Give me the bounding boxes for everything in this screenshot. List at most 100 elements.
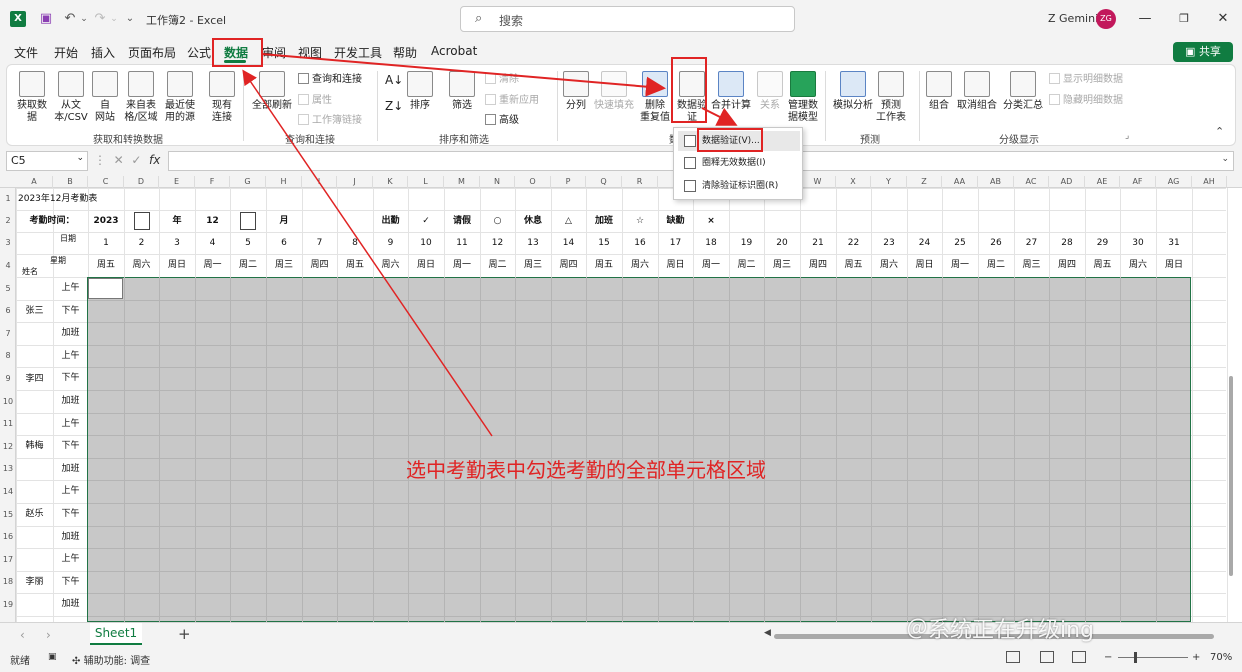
flash-fill-button[interactable]: 快速填充	[593, 71, 635, 112]
name-box[interactable]: C5 ⌄	[6, 151, 88, 171]
advanced-button[interactable]: 高级	[485, 111, 519, 126]
column-header[interactable]: G	[230, 176, 266, 188]
row-header[interactable]: 12	[0, 435, 16, 458]
filter-button[interactable]: 筛选	[447, 71, 477, 112]
recent-sources-button[interactable]: 最近使 用的源	[161, 71, 199, 124]
tab-help[interactable]: 帮助	[393, 44, 417, 61]
enter-icon[interactable]: ✓	[131, 153, 141, 167]
refresh-all-button[interactable]: 全部刷新	[249, 71, 295, 112]
undo-dropdown-icon[interactable]: ⌄	[76, 11, 92, 27]
column-header[interactable]: O	[515, 176, 551, 188]
from-web-button[interactable]: 自 网站	[91, 71, 119, 124]
tab-page-layout[interactable]: 页面布局	[128, 44, 176, 61]
tab-acrobat[interactable]: Acrobat	[431, 44, 477, 58]
column-header[interactable]: AF	[1120, 176, 1156, 188]
remove-duplicates-button[interactable]: 删除 重复值	[637, 71, 673, 124]
column-header[interactable]: AC	[1014, 176, 1049, 188]
row-header[interactable]: 3	[0, 232, 16, 254]
column-header[interactable]: L	[408, 176, 444, 188]
reapply-button[interactable]: 重新应用	[485, 91, 539, 106]
close-icon[interactable]: ✕	[1215, 10, 1231, 28]
row-header[interactable]: 10	[0, 390, 16, 413]
page-layout-view-icon[interactable]	[1040, 651, 1054, 663]
show-detail-button[interactable]: 显示明细数据	[1049, 70, 1123, 85]
minimize-icon[interactable]: —	[1137, 10, 1153, 28]
row-header[interactable]: 2	[0, 210, 16, 232]
column-header[interactable]: W	[800, 176, 836, 188]
column-header[interactable]: AD	[1049, 176, 1085, 188]
expand-formula-icon[interactable]: ⌄	[1221, 154, 1229, 164]
relationships-button[interactable]: 关系	[755, 71, 785, 112]
avatar[interactable]: ZG	[1096, 9, 1116, 29]
menu-item-circle-invalid[interactable]: 圈释无效数据(I)	[678, 153, 800, 173]
clear-button[interactable]: 清除	[485, 70, 519, 85]
column-header[interactable]: Z	[907, 176, 942, 188]
restore-icon[interactable]: ❐	[1176, 10, 1192, 28]
cancel-icon[interactable]: ✕	[114, 153, 124, 167]
column-header[interactable]: AA	[942, 176, 978, 188]
zoom-slider-knob[interactable]	[1134, 652, 1137, 663]
workbook-links-button[interactable]: 工作簿链接	[298, 111, 362, 126]
from-text-csv-button[interactable]: 从文 本/CSV	[51, 71, 91, 124]
column-header[interactable]: M	[444, 176, 480, 188]
user-name[interactable]: Z Gemini	[1048, 12, 1098, 25]
row-header[interactable]: 8	[0, 345, 16, 367]
sort-descending-icon[interactable]: Z↓	[385, 99, 403, 113]
tab-review[interactable]: 审阅	[262, 44, 286, 61]
search-box[interactable]: ⌕ 搜索	[460, 6, 795, 32]
column-header[interactable]: X	[836, 176, 871, 188]
insert-function-icon[interactable]: fx	[149, 153, 160, 167]
column-header[interactable]: C	[88, 176, 124, 188]
row-header[interactable]: 16	[0, 526, 16, 548]
zoom-out-icon[interactable]: −	[1104, 652, 1112, 663]
column-header[interactable]: N	[480, 176, 515, 188]
column-header[interactable]: I	[302, 176, 337, 188]
from-table-button[interactable]: 来自表 格/区域	[121, 71, 161, 124]
save-icon[interactable]: ▣	[38, 11, 54, 27]
column-header[interactable]: R	[622, 176, 658, 188]
zoom-level[interactable]: 70%	[1210, 652, 1232, 663]
existing-connections-button[interactable]: 现有 连接	[207, 71, 237, 124]
row-header[interactable]: 1	[0, 188, 16, 210]
page-break-view-icon[interactable]	[1072, 651, 1086, 663]
sort-ascending-icon[interactable]: A↓	[385, 73, 403, 87]
share-button[interactable]: ▣ 共享	[1173, 42, 1233, 62]
prev-sheet-icon[interactable]: ‹	[20, 628, 25, 642]
column-header[interactable]: K	[373, 176, 408, 188]
year-spinner-icon[interactable]	[134, 212, 150, 230]
column-header[interactable]: AG	[1156, 176, 1192, 188]
worksheet-grid[interactable]: ABCDEFGHIJKLMNOPQRSTUVWXYZAAABACADAEAFAG…	[0, 176, 1242, 622]
zoom-in-icon[interactable]: +	[1192, 652, 1200, 663]
column-header[interactable]: B	[53, 176, 88, 188]
column-header[interactable]: P	[551, 176, 586, 188]
row-header[interactable]: 15	[0, 503, 16, 526]
column-header[interactable]: D	[124, 176, 159, 188]
row-header[interactable]: 18	[0, 571, 16, 593]
redo-dropdown-icon[interactable]: ⌄	[106, 11, 122, 27]
zoom-slider[interactable]	[1118, 657, 1188, 658]
queries-connections-button[interactable]: 查询和连接	[298, 70, 362, 85]
row-header[interactable]: 13	[0, 458, 16, 480]
column-header[interactable]: F	[195, 176, 230, 188]
tab-developer[interactable]: 开发工具	[334, 44, 382, 61]
subtotal-button[interactable]: 分类汇总	[1001, 71, 1045, 112]
tab-insert[interactable]: 插入	[91, 44, 115, 61]
column-header[interactable]: H	[266, 176, 302, 188]
vertical-scrollbar[interactable]	[1229, 376, 1233, 576]
active-cell[interactable]	[88, 278, 123, 299]
row-header[interactable]: 19	[0, 593, 16, 616]
next-sheet-icon[interactable]: ›	[46, 628, 51, 642]
column-header[interactable]: AE	[1085, 176, 1120, 188]
dialog-launcher-icon[interactable]: ⌟	[1125, 131, 1129, 141]
sort-button[interactable]: 排序	[405, 71, 435, 112]
sheet-tab-sheet1[interactable]: Sheet1	[90, 623, 142, 645]
column-header[interactable]: Q	[586, 176, 622, 188]
hide-detail-button[interactable]: 隐藏明细数据	[1049, 91, 1123, 106]
group-button[interactable]: 组合	[925, 71, 953, 112]
column-header[interactable]: E	[159, 176, 195, 188]
text-to-columns-button[interactable]: 分列	[563, 71, 589, 112]
row-header[interactable]: 14	[0, 480, 16, 503]
row-header[interactable]: 7	[0, 322, 16, 345]
get-data-button[interactable]: 获取数 据	[15, 71, 49, 124]
row-header[interactable]: 9	[0, 367, 16, 390]
